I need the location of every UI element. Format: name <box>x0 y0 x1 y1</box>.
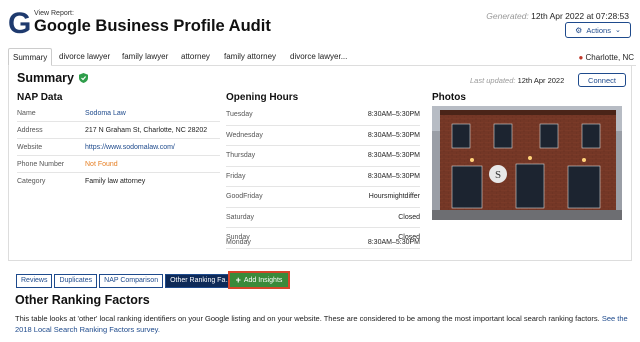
tab-family-attorney[interactable]: family attorney <box>220 48 280 66</box>
summary-heading: Summary <box>17 71 74 85</box>
location-text: Charlotte, NC <box>585 53 634 62</box>
opening-hours-heading: Opening Hours <box>226 92 299 103</box>
section-subtabs: Reviews Duplicates NAP Comparison Other … <box>16 274 238 288</box>
hours-day: GoodFriday <box>226 193 263 200</box>
plus-icon: + <box>235 275 241 285</box>
orf-body-text: This table looks at 'other' local rankin… <box>15 314 600 323</box>
hours-row: Thursday 8:30AM–5:30PM <box>226 146 420 167</box>
other-ranking-factors-description: This table looks at 'other' local rankin… <box>15 313 633 335</box>
last-updated: Last updated: 12th Apr 2022 <box>470 76 564 85</box>
hours-time: Hoursmightdiffer <box>368 193 420 200</box>
tab-summary[interactable]: Summary <box>8 48 53 66</box>
hours-time: 8:30AM–5:30PM <box>367 172 420 180</box>
nap-value-website-link[interactable]: https://www.sodomalaw.com/ <box>85 144 175 151</box>
add-insights-label: Add Insights <box>243 276 283 284</box>
nap-key: Address <box>17 127 43 134</box>
nap-row-phone: Phone Number Not Found <box>17 156 220 173</box>
hours-row: Wednesday 8:30AM–5:30PM <box>226 126 420 146</box>
map-pin-icon: ● <box>578 53 584 62</box>
actions-button[interactable]: ⚙ Actions ⌄ <box>565 22 631 38</box>
hours-row: Saturday Closed <box>226 208 420 228</box>
svg-text:G: G <box>8 7 30 40</box>
nap-key: Name <box>17 110 36 117</box>
nap-value-phone: Not Found <box>85 161 118 168</box>
hours-row: Friday 8:30AM–5:30PM <box>226 167 420 187</box>
hours-row: Tuesday 8:30AM–5:30PM <box>226 105 420 126</box>
hours-day: Friday <box>226 172 246 180</box>
gear-icon: ⚙ <box>575 25 583 35</box>
nap-row-address: Address 217 N Graham St, Charlotte, NC 2… <box>17 122 220 139</box>
actions-label: Actions <box>586 25 611 35</box>
hours-day: Thursday <box>226 152 256 159</box>
subtab-reviews[interactable]: Reviews <box>16 274 53 288</box>
hours-row-monday: Monday 8:30AM–5:30PM <box>226 229 420 250</box>
hours-day: Saturday <box>226 213 255 221</box>
hours-day: Tuesday <box>226 111 253 118</box>
last-updated-value: 12th Apr 2022 <box>517 76 565 85</box>
report-subtitle: View Report: <box>34 10 74 17</box>
last-updated-label: Last updated: <box>470 76 516 85</box>
nap-key: Website <box>17 144 43 151</box>
hours-time: 8:30AM–5:30PM <box>367 238 420 246</box>
nap-row-website: Website https://www.sodomalaw.com/ <box>17 139 220 156</box>
generated-timestamp: Generated: 12th Apr 2022 at 07:28:53 <box>486 11 629 21</box>
nap-key: Category <box>17 178 46 185</box>
hours-time: 8:30AM–5:30PM <box>367 111 420 118</box>
photos-heading: Photos <box>432 92 466 103</box>
tab-family-lawyer[interactable]: family lawyer <box>118 48 172 66</box>
add-insights-button[interactable]: + Add Insights <box>228 271 290 289</box>
hours-time: 8:30AM–5:30PM <box>367 131 420 139</box>
generated-value: 12th Apr 2022 at 07:28:53 <box>531 11 629 21</box>
subtab-duplicates[interactable]: Duplicates <box>54 274 98 288</box>
business-photo: S <box>432 106 622 220</box>
hours-time: 8:30AM–5:30PM <box>367 152 420 159</box>
other-ranking-factors-heading: Other Ranking Factors <box>15 293 150 307</box>
page-title: Google Business Profile Audit <box>34 17 271 35</box>
hours-row: GoodFriday Hoursmightdiffer <box>226 187 420 208</box>
subtab-nap-comparison[interactable]: NAP Comparison <box>99 274 164 288</box>
connect-button[interactable]: Connect <box>578 73 626 87</box>
nap-data-heading: NAP Data <box>17 92 63 103</box>
nap-row-category: Category Family law attorney <box>17 173 220 190</box>
nap-value-address: 217 N Graham St, Charlotte, NC 28202 <box>85 127 208 134</box>
generated-label: Generated: <box>486 11 529 21</box>
nap-value-category: Family law attorney <box>85 178 146 185</box>
tab-attorney[interactable]: attorney <box>177 48 214 66</box>
nap-value-name[interactable]: Sodoma Law <box>85 110 126 117</box>
subtab-other-ranking-factors[interactable]: Other Ranking Fa... <box>165 274 237 288</box>
tab-divorce-lawyer-more[interactable]: divorce lawyer... <box>286 48 351 66</box>
brand-logo-icon: G <box>8 7 30 40</box>
hours-day: Monday <box>226 238 251 246</box>
verified-shield-icon <box>79 73 88 83</box>
hours-time: Closed <box>398 213 420 221</box>
nap-row-name: Name Sodoma Law <box>17 105 220 122</box>
hours-day: Wednesday <box>226 131 263 139</box>
chevron-down-icon: ⌄ <box>614 27 621 34</box>
nap-key: Phone Number <box>17 161 65 168</box>
keyword-tabs: Summary divorce lawyer family lawyer att… <box>8 48 636 66</box>
svg-text:S: S <box>495 169 501 181</box>
tab-divorce-lawyer[interactable]: divorce lawyer <box>55 48 114 66</box>
location-indicator: ● Charlotte, NC <box>578 53 634 62</box>
